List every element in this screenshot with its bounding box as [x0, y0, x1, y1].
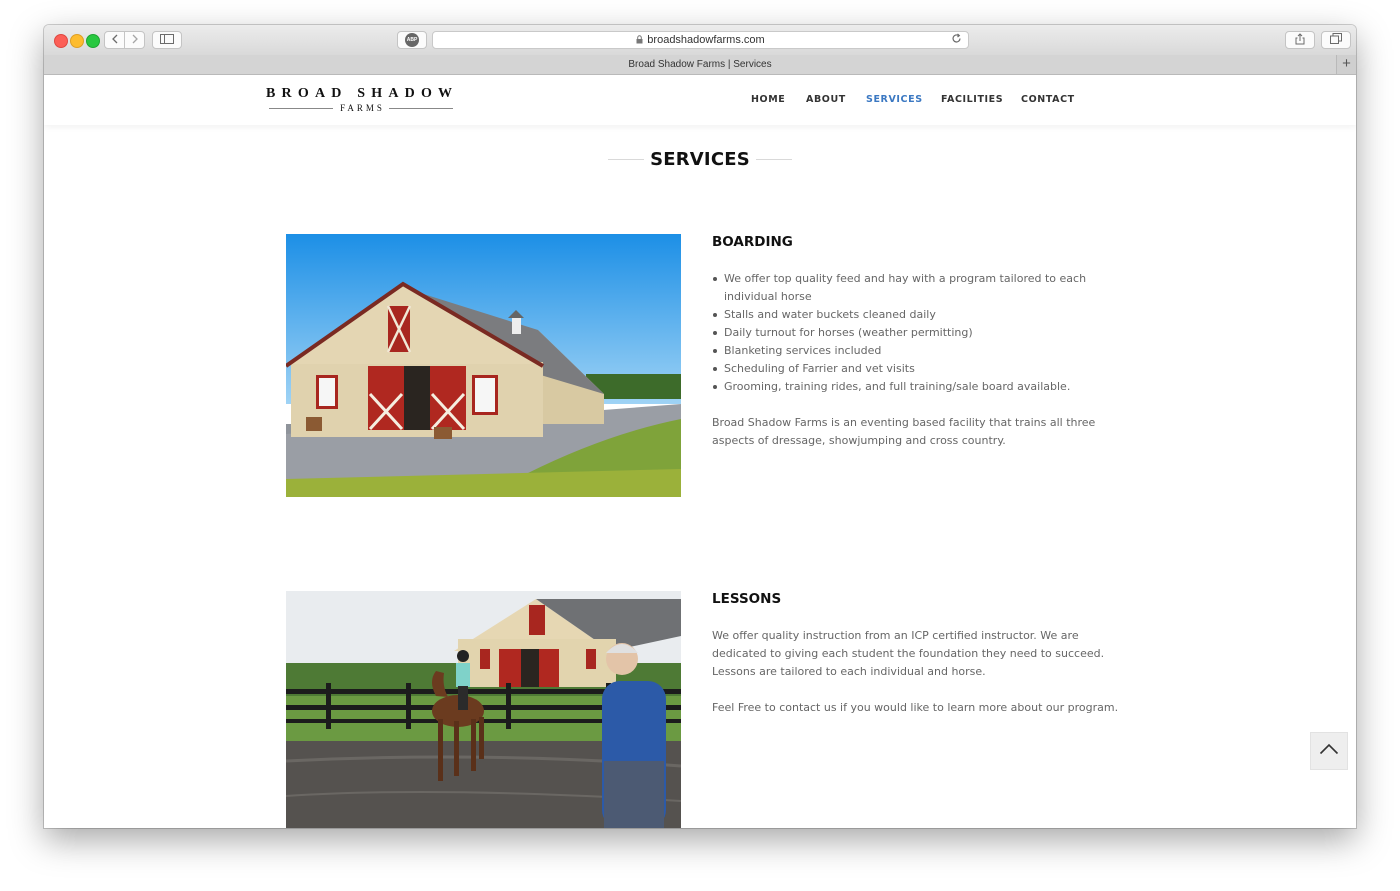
tabs-icon: [1330, 33, 1342, 47]
reload-icon[interactable]: [951, 33, 962, 47]
bullet: [713, 331, 717, 335]
adblock-button[interactable]: ABP: [397, 31, 427, 49]
list-item: We offer top quality feed and hay with a…: [712, 270, 1124, 306]
logo-sub-text: FARMS: [340, 103, 385, 113]
address-bar[interactable]: broadshadowfarms.com: [432, 31, 969, 49]
list-item: Grooming, training rides, and full train…: [712, 378, 1124, 396]
back-to-top-button[interactable]: [1310, 732, 1348, 770]
lessons-description: We offer quality instruction from an ICP…: [712, 629, 1105, 678]
lock-icon: [636, 34, 643, 46]
nav-facilities[interactable]: FACILITIES: [941, 94, 1003, 105]
logo-rule-left: [269, 107, 334, 109]
bullet: [713, 367, 717, 371]
bullet: [713, 385, 717, 389]
sidebar-button[interactable]: [152, 31, 182, 49]
history-nav-group: [104, 31, 145, 49]
browser-toolbar: ABP broadshadowfarms.com: [44, 25, 1356, 56]
web-page: BROAD SHADOW FARMS HOME ABOUT SERVICES F…: [44, 75, 1356, 828]
new-tab-button[interactable]: +: [1336, 55, 1356, 74]
minimize-window-button[interactable]: [70, 34, 84, 48]
section-title-lessons: LESSONS: [712, 591, 782, 607]
site-header: BROAD SHADOW FARMS HOME ABOUT SERVICES F…: [44, 75, 1356, 125]
boarding-description: Broad Shadow Farms is an eventing based …: [712, 416, 1096, 447]
barn-photo: [286, 234, 681, 497]
active-tab-title[interactable]: Broad Shadow Farms | Services: [628, 59, 771, 70]
section-title-boarding: BOARDING: [712, 234, 793, 250]
bullet: [713, 277, 717, 281]
logo-sub-row: FARMS: [266, 103, 456, 113]
title-rule-right: [755, 159, 792, 160]
list-item: Stalls and water buckets cleaned daily: [712, 306, 1124, 324]
close-window-button[interactable]: [54, 34, 68, 48]
nav-contact[interactable]: CONTACT: [1021, 94, 1075, 105]
list-item: Scheduling of Farrier and vet visits: [712, 360, 1124, 378]
sidebar-icon: [160, 33, 174, 47]
nav-home[interactable]: HOME: [751, 94, 785, 105]
adblock-icon: ABP: [405, 33, 419, 47]
title-rule-left: [608, 159, 645, 160]
page-title: SERVICES: [650, 149, 750, 170]
section-body-boarding: We offer top quality feed and hay with a…: [712, 270, 1124, 450]
section-body-lessons: We offer quality instruction from an ICP…: [712, 627, 1124, 717]
chevron-left-icon[interactable]: [105, 32, 124, 48]
nav-services[interactable]: SERVICES: [866, 94, 923, 105]
share-icon: [1295, 32, 1305, 48]
bullet: [713, 349, 717, 353]
site-logo[interactable]: BROAD SHADOW FARMS: [266, 86, 456, 113]
url-text: broadshadowfarms.com: [647, 34, 765, 46]
share-button[interactable]: [1285, 31, 1315, 49]
boarding-list: We offer top quality feed and hay with a…: [712, 270, 1124, 396]
chevron-up-icon: [1319, 742, 1339, 760]
maximize-window-button[interactable]: [86, 34, 100, 48]
show-tabs-button[interactable]: [1321, 31, 1351, 49]
chevron-right-icon[interactable]: [125, 32, 144, 48]
list-item: Daily turnout for horses (weather permit…: [712, 324, 1124, 342]
logo-rule-right: [388, 107, 453, 109]
browser-window: ABP broadshadowfarms.com Broad Shadow Fa…: [44, 25, 1356, 828]
list-item: Blanketing services included: [712, 342, 1124, 360]
tab-strip: Broad Shadow Farms | Services +: [44, 55, 1356, 75]
logo-main-text: BROAD SHADOW: [266, 86, 459, 101]
riding-lesson-photo: [286, 591, 681, 828]
bullet: [713, 313, 717, 317]
nav-about[interactable]: ABOUT: [806, 94, 846, 105]
page-title-row: SERVICES: [44, 149, 1356, 170]
lessons-contact-note: Feel Free to contact us if you would lik…: [712, 701, 1119, 714]
